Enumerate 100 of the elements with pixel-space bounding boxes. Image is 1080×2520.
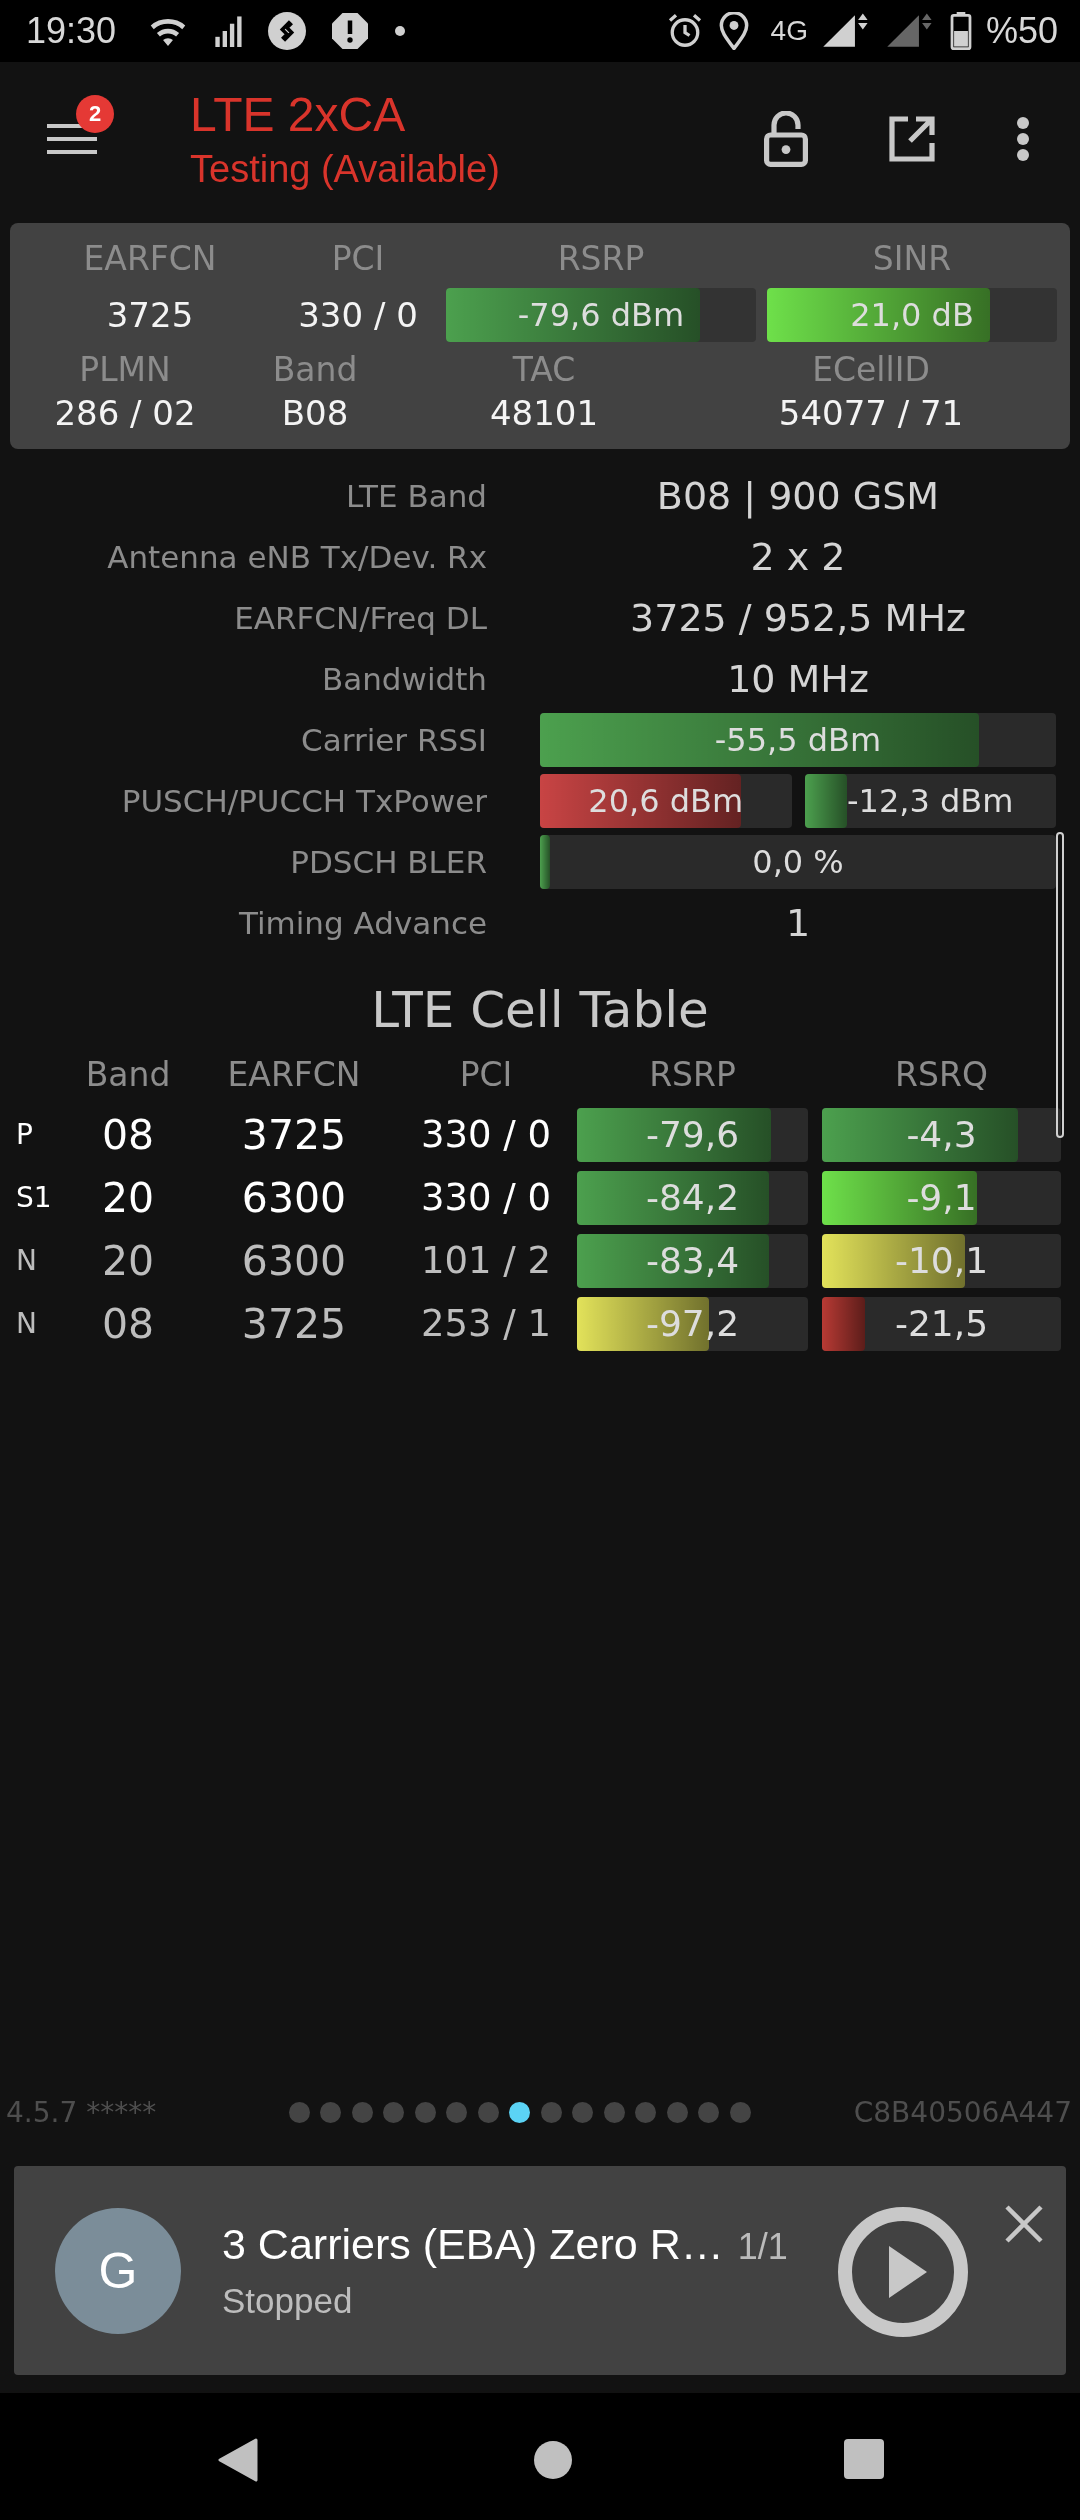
table-cell-text: 08 [100, 1109, 156, 1161]
field-label: LTE Band [345, 477, 487, 514]
home-icon [534, 2441, 572, 2479]
app-title: LTE 2xCA [190, 86, 407, 142]
page-indicator-dot[interactable] [383, 2101, 405, 2123]
field-value: 1 [784, 900, 812, 945]
alarm-clock-icon [666, 13, 703, 49]
track-count: 1/1 [737, 2226, 788, 2268]
battery-level: %50 [985, 10, 1058, 52]
home-button[interactable] [534, 2441, 572, 2479]
field-value: B08 | 900 GSM [655, 473, 941, 518]
meter-reading: 20,6 dBm [588, 781, 744, 820]
field-value: 3725 / 952,5 MHz [629, 595, 967, 640]
more-options-button[interactable] [1016, 115, 1030, 162]
table-cell-text: 6300 [240, 1235, 348, 1287]
page-indicator-dot[interactable] [572, 2101, 594, 2123]
page-indicator-dot[interactable] [540, 2101, 562, 2123]
table-cell-text: 20 [100, 1235, 156, 1287]
table-cell-text: N [15, 1243, 38, 1279]
field-label: PDSCH BLER [289, 843, 487, 880]
table-cell-text: N [15, 1306, 38, 1342]
page-indicator-dot[interactable] [288, 2101, 310, 2123]
table-cell-text: 6300 [240, 1172, 348, 1224]
lock-button[interactable] [764, 110, 808, 167]
column-header: PCI [458, 1053, 514, 1096]
field-label: Antenna eNB Tx/Dev. Rx [106, 538, 487, 575]
table-cell-text: 08 [100, 1298, 156, 1350]
notification-badge: 2 [76, 95, 114, 133]
table-cell-text: 101 / 2 [419, 1238, 553, 1284]
clock: 19:30 [26, 10, 117, 52]
version-text: 4.5.7 ***** [6, 2095, 157, 2129]
table-cell-text: 253 / 1 [419, 1301, 553, 1347]
notification-dot-icon [394, 25, 407, 37]
column-header: EARFCN [226, 1053, 362, 1096]
meter-reading: -9,1 [906, 1177, 977, 1218]
field-value: 3725 [106, 294, 194, 337]
app-subtitle: Testing (Available) [190, 147, 500, 191]
field-label: Band [272, 350, 358, 389]
open-external-icon [888, 114, 936, 163]
column-header: RSRP [648, 1053, 737, 1096]
meter-reading: -10,1 [894, 1240, 989, 1281]
page-indicator-dot[interactable] [698, 2101, 720, 2123]
field-label: SINR [871, 239, 953, 278]
table-cell-text: 330 / 0 [419, 1175, 553, 1221]
field-value: 10 MHz [726, 656, 870, 701]
track-title: 3 Carriers (EBA) Zero R… [222, 2220, 724, 2269]
column-header: Band [84, 1053, 172, 1096]
meter-reading: -21,5 [894, 1303, 989, 1344]
field-value: 286 / 02 [54, 393, 196, 433]
field-label: TAC [512, 350, 576, 389]
back-icon [218, 2438, 258, 2482]
page-indicator-dot[interactable] [635, 2101, 657, 2123]
field-label: PUSCH/PUCCH TxPower [120, 782, 487, 819]
field-label: EARFCN/Freq DL [233, 599, 487, 636]
table-cell-text: P [15, 1117, 34, 1153]
back-button[interactable] [218, 2438, 258, 2482]
page-indicator-dot[interactable] [414, 2101, 436, 2123]
field-label: Bandwidth [320, 660, 487, 697]
field-label: EARFCN [83, 239, 217, 278]
table-cell-text: 20 [100, 1172, 156, 1224]
field-value: 330 / 0 [298, 294, 418, 337]
table-cell-text: 3725 [240, 1109, 348, 1161]
field-value: 2 x 2 [749, 534, 847, 579]
network-type: 4G [770, 15, 808, 47]
scrollbar[interactable] [1056, 832, 1064, 1138]
recents-button[interactable] [844, 2439, 884, 2479]
meter-reading: -4,3 [906, 1114, 977, 1155]
table-cell-text: S1 [15, 1180, 53, 1216]
meter-reading: -12,3 dBm [847, 781, 1014, 820]
table-cell-text: 330 / 0 [419, 1112, 553, 1158]
field-label: Carrier RSSI [300, 721, 487, 758]
meter-reading: -79,6 [645, 1114, 740, 1155]
page-indicator-dot[interactable] [666, 2101, 688, 2123]
page-indicator-dot[interactable] [320, 2101, 342, 2123]
page-indicator-dot[interactable] [603, 2101, 625, 2123]
battery-icon [949, 12, 972, 50]
meter-reading: -84,2 [645, 1177, 740, 1218]
meter-reading: -97,2 [645, 1303, 740, 1344]
page-indicator-dot[interactable] [351, 2101, 373, 2123]
section-title: LTE Cell Table [370, 981, 710, 1041]
page-indicator-dot[interactable] [729, 2101, 751, 2123]
table-cell-text: 3725 [240, 1298, 348, 1350]
open-external-button[interactable] [888, 114, 936, 163]
field-value: 48101 [489, 393, 599, 433]
more-icon [1016, 115, 1030, 162]
field-value: B08 [281, 393, 349, 433]
close-icon [1004, 2204, 1044, 2244]
field-value: 54077 / 71 [778, 393, 964, 433]
lock-icon [764, 110, 808, 167]
page-indicator-dot[interactable] [477, 2101, 499, 2123]
device-id: C8B40506A447 [853, 2095, 1072, 2129]
avatar: G [55, 2207, 181, 2334]
page-indicator-dot[interactable] [509, 2101, 531, 2123]
field-label: PLMN [79, 350, 171, 389]
page-indicator-dot[interactable] [446, 2101, 468, 2123]
app-circle-icon [268, 12, 307, 50]
meter-reading: -55,5 dBm [714, 720, 882, 759]
meter-reading: 21,0 dB [850, 296, 974, 334]
field-label: ECellID [812, 350, 930, 389]
meter-reading: 0,0 % [752, 842, 844, 881]
